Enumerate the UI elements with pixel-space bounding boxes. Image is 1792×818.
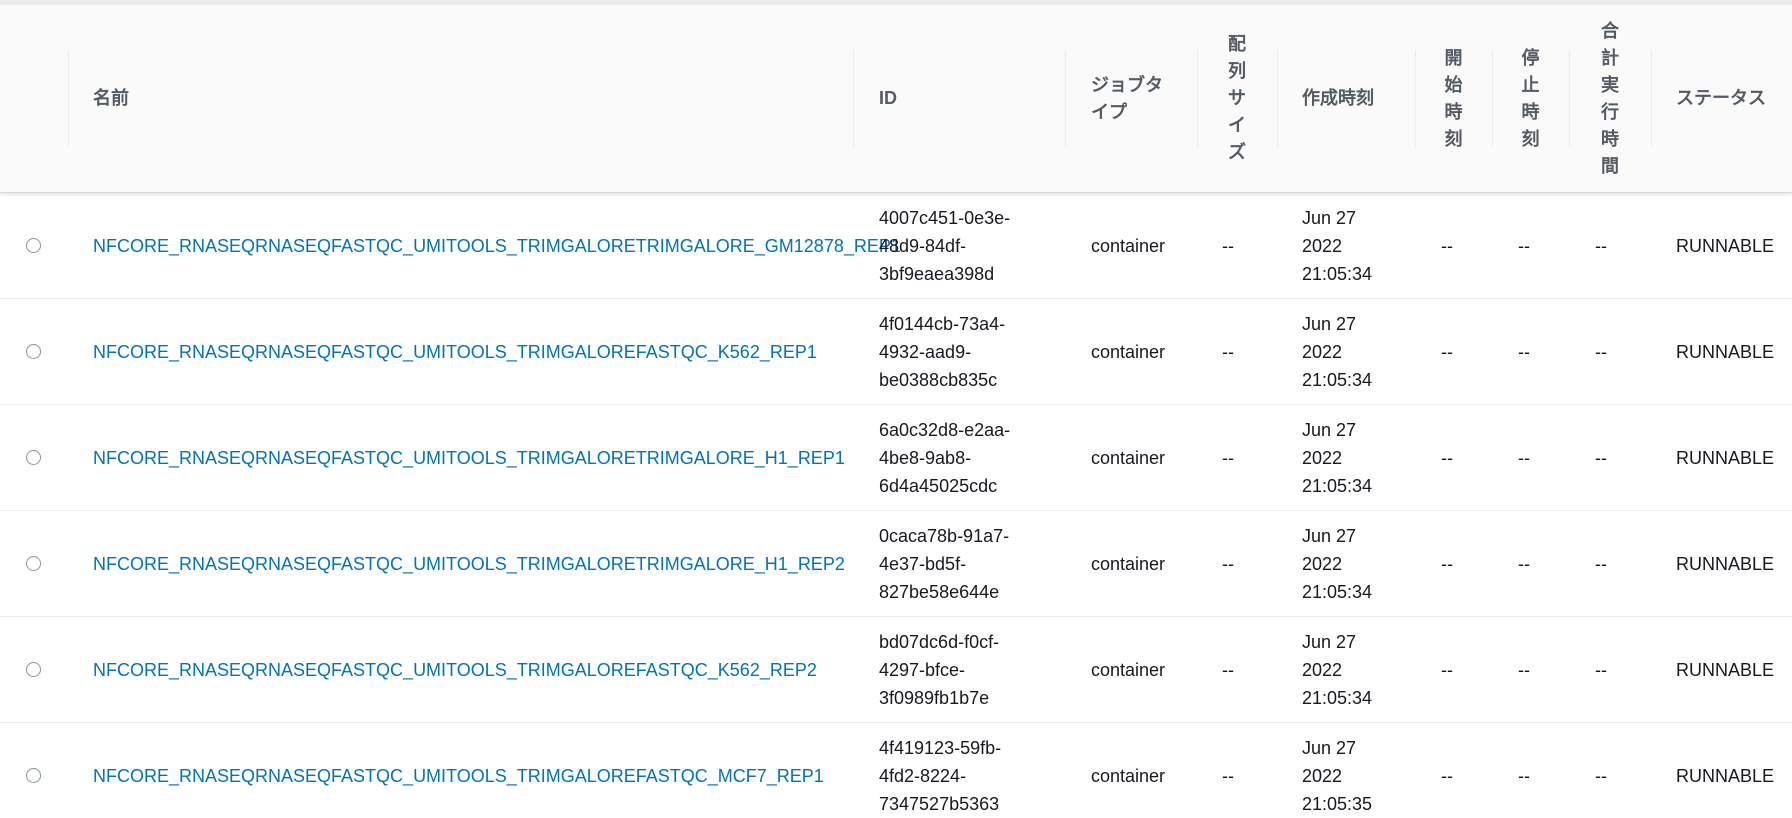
job-status: RUNNABLE bbox=[1676, 235, 1775, 256]
stopped-time: -- bbox=[1518, 447, 1530, 468]
column-header-created-label: 作成時刻 bbox=[1302, 88, 1374, 108]
table-row[interactable]: NFCORE_RNASEQRNASEQFASTQC_UMITOOLS_TRIMG… bbox=[0, 405, 1792, 511]
header-select bbox=[0, 5, 68, 192]
column-header-job-type[interactable]: ジョブタ イプ bbox=[1065, 5, 1197, 192]
column-header-status[interactable]: ステータス bbox=[1651, 5, 1792, 192]
job-id: 4007c451-0e3e- 48d9-84df- 3bf9eaea398d bbox=[879, 207, 1011, 284]
total-runtime: -- bbox=[1595, 447, 1607, 468]
column-header-array-size-label: 配 列 サ イ ズ bbox=[1228, 34, 1246, 162]
job-name-link[interactable]: NFCORE_RNASEQRNASEQFASTQC_UMITOOLS_TRIMG… bbox=[93, 338, 817, 366]
total-runtime: -- bbox=[1595, 553, 1607, 574]
column-header-started[interactable]: 開 始 時 刻 bbox=[1415, 5, 1492, 192]
array-size: -- bbox=[1222, 765, 1234, 786]
started-time: -- bbox=[1441, 235, 1453, 256]
job-status: RUNNABLE bbox=[1676, 765, 1775, 786]
array-size: -- bbox=[1222, 341, 1234, 362]
table-row[interactable]: NFCORE_RNASEQRNASEQFASTQC_UMITOOLS_TRIMG… bbox=[0, 193, 1792, 299]
column-header-job-type-label: ジョブタ イプ bbox=[1091, 74, 1163, 122]
total-runtime: -- bbox=[1595, 341, 1607, 362]
jobs-table: 名前 ID ジョブタ イプ 配 列 サ イ ズ 作成時刻 開 始 時 刻 停 止… bbox=[0, 0, 1792, 818]
created-time: Jun 27 2022 21:05:34 bbox=[1302, 631, 1373, 708]
job-status: RUNNABLE bbox=[1676, 447, 1775, 468]
table-row[interactable]: NFCORE_RNASEQRNASEQFASTQC_UMITOOLS_TRIMG… bbox=[0, 299, 1792, 405]
array-size: -- bbox=[1222, 235, 1234, 256]
job-type: container bbox=[1091, 235, 1166, 256]
stopped-time: -- bbox=[1518, 659, 1530, 680]
column-header-status-label: ステータス bbox=[1676, 88, 1766, 108]
job-name-link[interactable]: NFCORE_RNASEQRNASEQFASTQC_UMITOOLS_TRIMG… bbox=[93, 762, 824, 790]
table-row[interactable]: NFCORE_RNASEQRNASEQFASTQC_UMITOOLS_TRIMG… bbox=[0, 723, 1792, 818]
column-header-stopped[interactable]: 停 止 時 刻 bbox=[1492, 5, 1569, 192]
column-header-started-label: 開 始 時 刻 bbox=[1444, 47, 1463, 149]
column-header-stopped-label: 停 止 時 刻 bbox=[1521, 47, 1540, 149]
started-time: -- bbox=[1441, 341, 1453, 362]
stopped-time: -- bbox=[1518, 553, 1530, 574]
job-status: RUNNABLE bbox=[1676, 659, 1775, 680]
row-select-radio[interactable] bbox=[26, 556, 41, 571]
column-header-name-label: 名前 bbox=[93, 88, 129, 108]
column-header-array-size[interactable]: 配 列 サ イ ズ bbox=[1197, 5, 1277, 192]
stopped-time: -- bbox=[1518, 341, 1530, 362]
array-size: -- bbox=[1222, 659, 1234, 680]
started-time: -- bbox=[1441, 553, 1453, 574]
created-time: Jun 27 2022 21:05:34 bbox=[1302, 525, 1373, 602]
array-size: -- bbox=[1222, 553, 1234, 574]
stopped-time: -- bbox=[1518, 765, 1530, 786]
job-type: container bbox=[1091, 341, 1166, 362]
created-time: Jun 27 2022 21:05:35 bbox=[1302, 737, 1373, 814]
job-type: container bbox=[1091, 447, 1166, 468]
job-status: RUNNABLE bbox=[1676, 341, 1775, 362]
table-row[interactable]: NFCORE_RNASEQRNASEQFASTQC_UMITOOLS_TRIMG… bbox=[0, 617, 1792, 723]
created-time: Jun 27 2022 21:05:34 bbox=[1302, 419, 1373, 496]
job-name-link[interactable]: NFCORE_RNASEQRNASEQFASTQC_UMITOOLS_TRIMG… bbox=[93, 232, 901, 260]
column-header-id-label: ID bbox=[879, 88, 897, 108]
started-time: -- bbox=[1441, 765, 1453, 786]
job-id: 4f419123-59fb- 4fd2-8224- 7347527b5363 bbox=[879, 737, 1002, 814]
column-header-total-runtime-label: 合 計 実 行 時 間 bbox=[1601, 20, 1619, 176]
job-id: 4f0144cb-73a4- 4932-aad9- be0388cb835c bbox=[879, 313, 1006, 390]
job-id: bd07dc6d-f0cf- 4297-bfce- 3f0989fb1b7e bbox=[879, 631, 1000, 708]
total-runtime: -- bbox=[1595, 765, 1607, 786]
total-runtime: -- bbox=[1595, 235, 1607, 256]
table-body: NFCORE_RNASEQRNASEQFASTQC_UMITOOLS_TRIMG… bbox=[0, 193, 1792, 818]
created-time: Jun 27 2022 21:05:34 bbox=[1302, 207, 1373, 284]
column-header-id[interactable]: ID bbox=[853, 5, 1065, 192]
stopped-time: -- bbox=[1518, 235, 1530, 256]
array-size: -- bbox=[1222, 447, 1234, 468]
job-id: 6a0c32d8-e2aa- 4be8-9ab8- 6d4a45025cdc bbox=[879, 419, 1011, 496]
job-name-link[interactable]: NFCORE_RNASEQRNASEQFASTQC_UMITOOLS_TRIMG… bbox=[93, 656, 817, 684]
column-header-total-runtime[interactable]: 合 計 実 行 時 間 bbox=[1569, 5, 1651, 192]
column-header-name[interactable]: 名前 bbox=[68, 5, 853, 192]
job-name-link[interactable]: NFCORE_RNASEQRNASEQFASTQC_UMITOOLS_TRIMG… bbox=[93, 550, 845, 578]
created-time: Jun 27 2022 21:05:34 bbox=[1302, 313, 1373, 390]
row-select-radio[interactable] bbox=[26, 662, 41, 677]
row-select-radio[interactable] bbox=[26, 238, 41, 253]
started-time: -- bbox=[1441, 659, 1453, 680]
job-id: 0caca78b-91a7- 4e37-bd5f- 827be58e644e bbox=[879, 525, 1010, 602]
started-time: -- bbox=[1441, 447, 1453, 468]
table-header: 名前 ID ジョブタ イプ 配 列 サ イ ズ 作成時刻 開 始 時 刻 停 止… bbox=[0, 5, 1792, 193]
row-select-radio[interactable] bbox=[26, 344, 41, 359]
row-select-radio[interactable] bbox=[26, 768, 41, 783]
job-name-link[interactable]: NFCORE_RNASEQRNASEQFASTQC_UMITOOLS_TRIMG… bbox=[93, 444, 845, 472]
row-select-radio[interactable] bbox=[26, 450, 41, 465]
job-type: container bbox=[1091, 765, 1166, 786]
table-row[interactable]: NFCORE_RNASEQRNASEQFASTQC_UMITOOLS_TRIMG… bbox=[0, 511, 1792, 617]
job-status: RUNNABLE bbox=[1676, 553, 1775, 574]
job-type: container bbox=[1091, 659, 1166, 680]
total-runtime: -- bbox=[1595, 659, 1607, 680]
column-header-created[interactable]: 作成時刻 bbox=[1277, 5, 1415, 192]
job-type: container bbox=[1091, 553, 1166, 574]
